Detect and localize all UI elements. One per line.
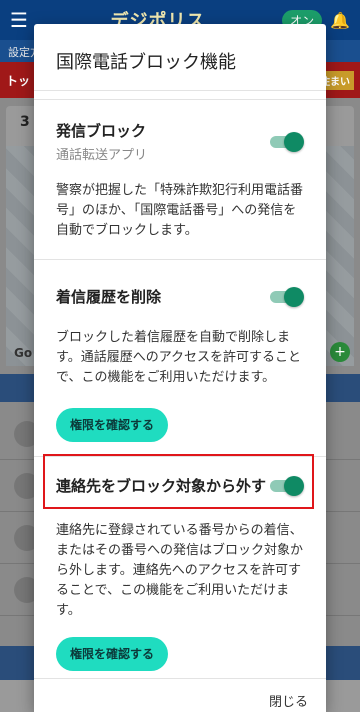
outgoing-block-description: 警察が把握した「特殊詐欺犯行利用電話番号」のほか、「国際電話番号」への発信を自動… — [56, 183, 304, 238]
check-contacts-permission-button[interactable]: 権限を確認する — [56, 637, 169, 671]
card-number: 3 — [20, 114, 30, 130]
exclude-contacts-toggle[interactable] — [268, 476, 304, 496]
blocking-settings-dialog: 国際電話ブロック機能 発信ブロック 通話転送アプリ 警察が把握した「特殊詐欺犯行… — [34, 24, 326, 712]
dialog-title: 国際電話ブロック機能 — [56, 52, 236, 73]
exclude-contacts-title: 連絡先をブロック対象から外す — [56, 477, 267, 495]
exclude-contacts-item: 連絡先をブロック対象から外す 連絡先に登録されている番号からの着信、またはその番… — [34, 457, 326, 678]
delete-history-title: 着信履歴を削除 — [56, 288, 162, 306]
outgoing-block-item: 発信ブロック 通話転送アプリ 警察が把握した「特殊詐欺犯行利用電話番号」のほか、… — [34, 100, 326, 259]
exclude-contacts-description: 連絡先に登録されている番号からの着信、またはその番号への発信はブロック対象から外… — [56, 523, 304, 618]
outgoing-block-subtitle: 通話転送アプリ — [56, 148, 148, 163]
delete-history-item: 着信履歴を削除 ブロックした着信履歴を自動で削除します。通話履歴へのアクセスを許… — [34, 260, 326, 456]
close-button[interactable]: 閉じる — [269, 691, 308, 710]
delete-history-toggle[interactable] — [268, 287, 304, 307]
red-banner-left: トッ — [6, 73, 31, 88]
hamburger-icon: ☰ — [10, 8, 28, 32]
map-credit: Go — [14, 346, 33, 360]
outgoing-block-title: 発信ブロック — [56, 122, 147, 140]
bell-icon: 🔔 — [330, 10, 350, 30]
dialog-footer: 閉じる — [34, 678, 326, 712]
outgoing-block-toggle[interactable] — [268, 131, 304, 152]
delete-history-description: ブロックした着信履歴を自動で削除します。通話履歴へのアクセスを許可することで、こ… — [56, 330, 302, 385]
plus-icon: + — [330, 342, 350, 362]
check-call-log-permission-button[interactable]: 権限を確認する — [56, 408, 169, 442]
dialog-scroll-area[interactable]: 発信ブロック 通話転送アプリ 警察が把握した「特殊詐欺犯行利用電話番号」のほか、… — [34, 90, 326, 678]
